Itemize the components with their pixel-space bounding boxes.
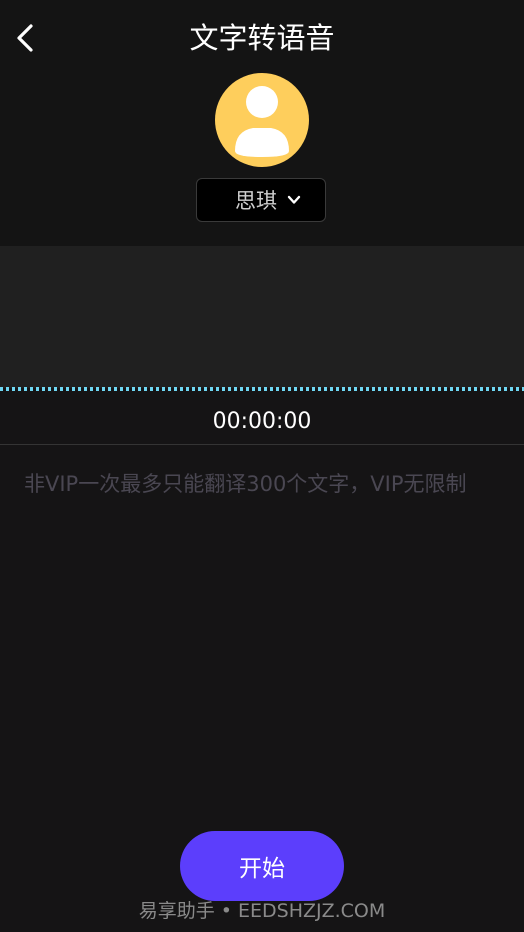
voice-avatar xyxy=(215,73,309,167)
waveform-area xyxy=(0,246,524,388)
watermark: 易享助手 • EEDSHZJZ.COM xyxy=(138,900,386,922)
divider xyxy=(0,444,524,445)
voice-name: 思琪 xyxy=(235,189,277,213)
header: 文字转语音 思琪 xyxy=(0,0,524,246)
playback-time: 00:00:00 xyxy=(212,409,312,434)
user-avatar-icon xyxy=(235,86,289,157)
voice-select[interactable]: 思琪 xyxy=(196,178,326,222)
chevron-down-icon xyxy=(287,195,301,204)
page-title: 文字转语音 xyxy=(189,21,335,55)
start-button[interactable]: 开始 xyxy=(180,831,344,901)
text-input[interactable] xyxy=(24,470,500,810)
waveform-line xyxy=(0,387,524,391)
